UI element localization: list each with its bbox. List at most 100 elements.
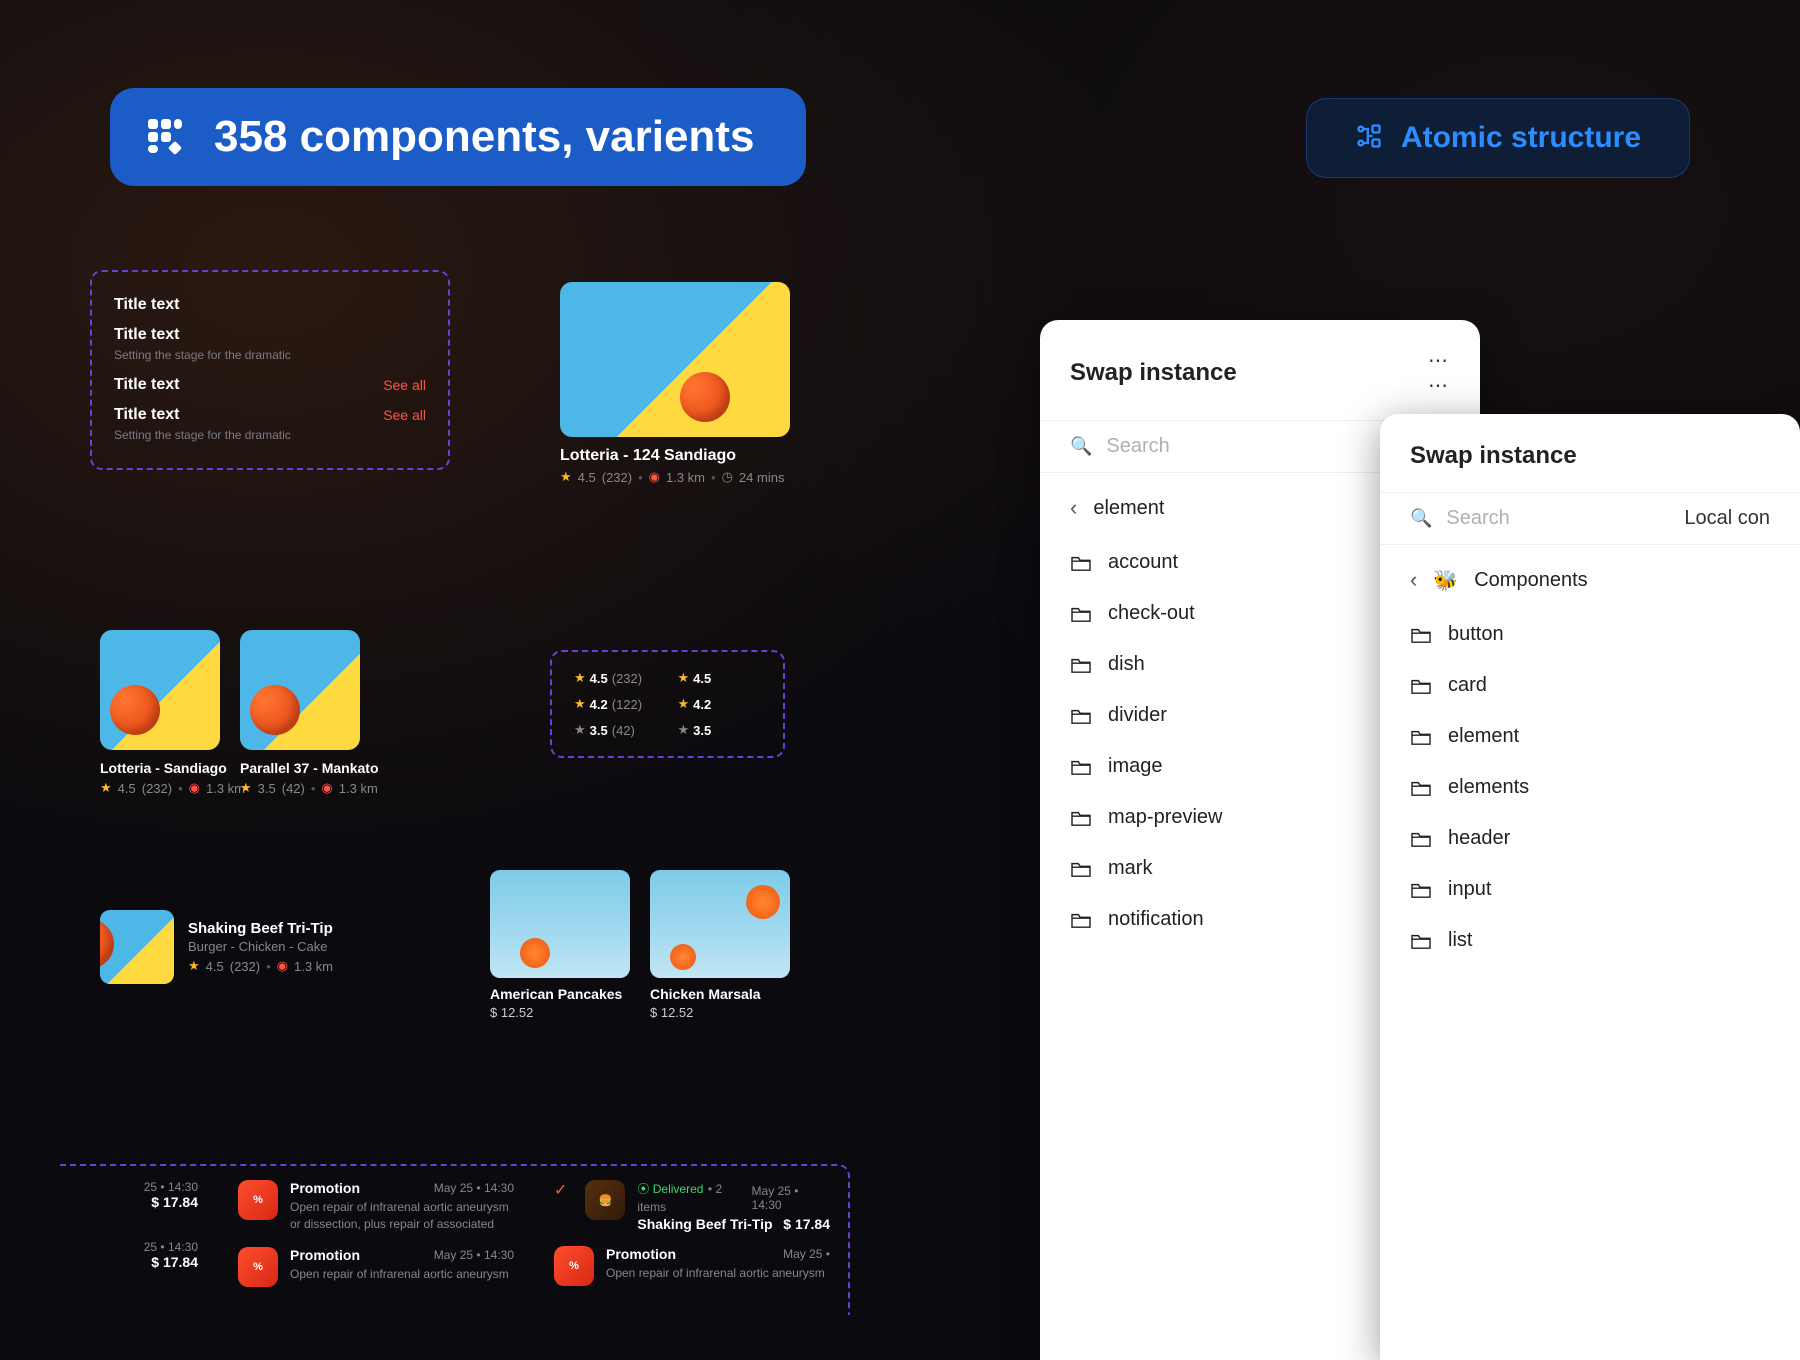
star-icon: ★ bbox=[678, 670, 690, 686]
promo-icon: % bbox=[554, 1246, 594, 1286]
promo-description: Open repair of infrarenal aortic aneurys… bbox=[606, 1265, 830, 1282]
star-icon: ★ bbox=[100, 780, 112, 796]
promotion-item[interactable]: % PromotionMay 25 • 14:30 Open repair of… bbox=[238, 1180, 514, 1233]
rating-value: 4.5 bbox=[578, 470, 596, 485]
food-card[interactable]: Chicken Marsala $ 12.52 bbox=[650, 870, 790, 1020]
chevron-left-icon[interactable]: ‹ bbox=[1070, 495, 1077, 521]
list-view-icon[interactable]: ⋯⋯ bbox=[1428, 348, 1450, 398]
food-card[interactable]: American Pancakes $ 12.52 bbox=[490, 870, 630, 1020]
search-input[interactable]: Search bbox=[1446, 507, 1509, 530]
promo-title: Promotion bbox=[290, 1180, 360, 1196]
delivered-badge: ⦿ Delivered bbox=[637, 1182, 703, 1196]
component-folder-item[interactable]: element bbox=[1400, 711, 1780, 762]
component-folder-item[interactable]: list bbox=[1400, 915, 1780, 966]
rating-chip: ★4.5 bbox=[678, 670, 762, 686]
rating-chip: ★4.2 bbox=[678, 696, 762, 712]
header-title: 358 components, varients bbox=[214, 112, 754, 162]
restaurant-title: Parallel 37 - Mankato bbox=[240, 760, 379, 776]
promo-icon: % bbox=[238, 1247, 278, 1287]
order-item[interactable]: ✓ 🍔 ⦿ Delivered • 2 items May 25 • 14:30… bbox=[554, 1180, 830, 1232]
title-row: Title text bbox=[114, 320, 426, 350]
component-folder-item[interactable]: button bbox=[1400, 609, 1780, 660]
panel-title: Swap instance bbox=[1070, 359, 1237, 387]
search-row: 🔍 Search Local con bbox=[1380, 492, 1800, 545]
chevron-left-icon[interactable]: ‹ bbox=[1410, 567, 1417, 593]
restaurant-image bbox=[240, 630, 360, 750]
search-icon[interactable]: 🔍 bbox=[1410, 508, 1432, 529]
star-icon: ★ bbox=[188, 958, 200, 974]
folder-label: card bbox=[1448, 674, 1487, 697]
dish-list-item[interactable]: Shaking Beef Tri-Tip Burger - Chicken - … bbox=[100, 910, 333, 984]
breadcrumb-label: Components bbox=[1474, 569, 1587, 592]
promo-date: May 25 • 14:30 bbox=[434, 1248, 514, 1262]
title-row: Title text See all bbox=[114, 400, 426, 430]
restaurant-meta: ★ 3.5 (42) •◉ 1.3 km bbox=[240, 780, 379, 796]
distance-value: 1.3 km bbox=[666, 470, 705, 485]
breadcrumb-label: element bbox=[1093, 497, 1164, 520]
folder-label: check-out bbox=[1108, 602, 1195, 625]
folder-label: header bbox=[1448, 827, 1510, 850]
food-image bbox=[650, 870, 790, 978]
dish-image bbox=[100, 910, 174, 984]
restaurant-card-small[interactable]: Lotteria - Sandiago ★ 4.5 (232) •◉ 1.3 k… bbox=[100, 630, 245, 796]
rating-count: (232) bbox=[602, 470, 632, 485]
promo-description: Open repair of infrarenal aortic aneurys… bbox=[290, 1199, 514, 1233]
title-text: Title text bbox=[114, 296, 180, 314]
promo-title: Promotion bbox=[290, 1247, 360, 1263]
promo-icon: % bbox=[238, 1180, 278, 1220]
restaurant-meta: ★ 4.5 (232) •◉ 1.3 km bbox=[100, 780, 245, 796]
atomic-structure-badge[interactable]: Atomic structure bbox=[1306, 98, 1690, 178]
restaurant-card-large[interactable]: Lotteria - 124 Sandiago ★ 4.5 (232) • ◉ … bbox=[560, 282, 790, 485]
order-price: $ 17.84 bbox=[78, 1254, 198, 1270]
folder-label: mark bbox=[1108, 857, 1152, 880]
see-all-link[interactable]: See all bbox=[383, 377, 426, 393]
star-icon: ★ bbox=[678, 722, 690, 738]
dish-name: Shaking Beef Tri-Tip bbox=[188, 920, 333, 937]
star-icon: ★ bbox=[240, 780, 252, 796]
scope-selector[interactable]: Local con bbox=[1684, 507, 1770, 530]
folder-label: element bbox=[1448, 725, 1519, 748]
folder-label: image bbox=[1108, 755, 1162, 778]
component-folder-item[interactable]: card bbox=[1400, 660, 1780, 711]
dish-meta: ★ 4.5 (232) •◉ 1.3 km bbox=[188, 958, 333, 974]
title-row: Title text See all bbox=[114, 370, 426, 400]
component-folder-item[interactable]: elements bbox=[1400, 762, 1780, 813]
see-all-link[interactable]: See all bbox=[383, 407, 426, 423]
restaurant-meta: ★ 4.5 (232) • ◉ 1.3 km • ◷ 24 mins bbox=[560, 469, 790, 485]
location-icon: ◉ bbox=[649, 469, 660, 485]
title-subtitle: Setting the stage for the dramatic bbox=[114, 348, 426, 362]
clock-icon: ◷ bbox=[722, 469, 733, 485]
location-icon: ◉ bbox=[189, 780, 200, 796]
dish-categories: Burger - Chicken - Cake bbox=[188, 939, 333, 954]
component-folder-item[interactable]: input bbox=[1400, 864, 1780, 915]
folder-label: list bbox=[1448, 929, 1472, 952]
components-emoji-icon: 🐝 bbox=[1433, 568, 1458, 593]
component-folder-item[interactable]: header bbox=[1400, 813, 1780, 864]
promo-date: May 25 • bbox=[783, 1247, 830, 1261]
logo-icon bbox=[142, 113, 190, 161]
promotion-item[interactable]: % Promotion May 25 • 14:30 Open repair of… bbox=[238, 1247, 514, 1287]
folder-label: account bbox=[1108, 551, 1178, 574]
ratings-component-group: ★4.5(232) ★4.5 ★4.2(122) ★4.2 ★3.5(42) ★… bbox=[550, 650, 785, 758]
food-title: American Pancakes bbox=[490, 986, 630, 1002]
structure-icon bbox=[1355, 122, 1383, 155]
promo-description: Open repair of infrarenal aortic aneurys… bbox=[290, 1266, 514, 1283]
star-icon: ★ bbox=[574, 670, 586, 686]
star-icon: ★ bbox=[574, 696, 586, 712]
promo-title: Promotion bbox=[606, 1246, 676, 1262]
rating-chip: ★3.5(42) bbox=[574, 722, 658, 738]
order-dish-title: Shaking Beef Tri-Tip bbox=[637, 1216, 772, 1232]
breadcrumb[interactable]: ‹ 🐝 Components bbox=[1380, 545, 1800, 603]
restaurant-title: Lotteria - 124 Sandiago bbox=[560, 447, 790, 465]
location-icon: ◉ bbox=[321, 780, 332, 796]
folder-label: dish bbox=[1108, 653, 1145, 676]
search-icon[interactable]: 🔍 bbox=[1070, 436, 1092, 457]
panel-title: Swap instance bbox=[1410, 442, 1577, 470]
search-input[interactable]: Search bbox=[1106, 435, 1169, 458]
folder-label: button bbox=[1448, 623, 1504, 646]
food-title: Chicken Marsala bbox=[650, 986, 790, 1002]
titles-component-group: Title text Title text Setting the stage … bbox=[90, 270, 450, 470]
restaurant-card-small[interactable]: Parallel 37 - Mankato ★ 3.5 (42) •◉ 1.3 … bbox=[240, 630, 379, 796]
promotion-item[interactable]: % Promotion May 25 • Open repair of infra… bbox=[554, 1246, 830, 1286]
star-icon: ★ bbox=[574, 722, 586, 738]
